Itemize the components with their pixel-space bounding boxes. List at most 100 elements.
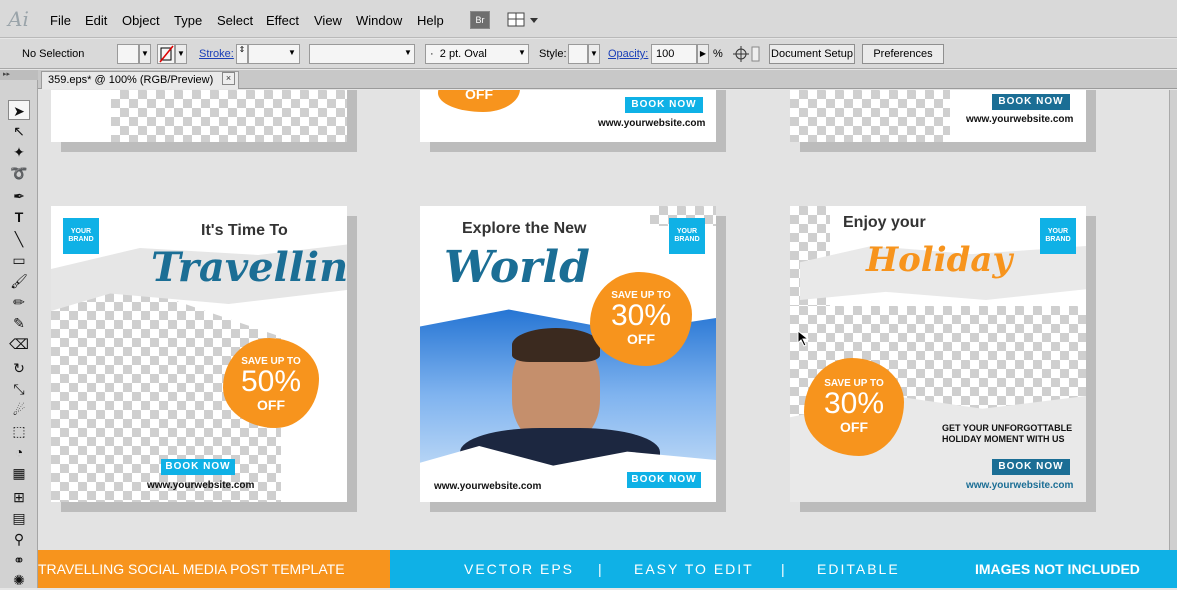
menu-file[interactable]: File	[50, 13, 71, 28]
pen-tool-icon[interactable]: ✒	[8, 186, 30, 206]
badge-off: OFF	[840, 419, 868, 435]
variable-width-select[interactable]	[309, 44, 415, 64]
selection-status: No Selection	[22, 48, 85, 60]
opacity-dropdown[interactable]: ▶	[697, 44, 709, 64]
stroke-weight-dropdown[interactable]: ▼	[286, 44, 298, 64]
vertical-scrollbar[interactable]	[1169, 90, 1177, 550]
holiday-card[interactable]: YOUR BRAND Enjoy your Holiday SAVE UP TO…	[790, 206, 1086, 502]
top-card-1[interactable]: www.yourwebsite.com	[51, 90, 347, 142]
close-tab-icon[interactable]: ×	[222, 72, 235, 85]
menu-select[interactable]: Select	[217, 13, 253, 28]
discount-badge: OFF	[438, 90, 520, 112]
type-tool-icon[interactable]: T	[8, 207, 30, 227]
top-card-3[interactable]: BOOK NOW www.yourwebsite.com	[790, 90, 1086, 142]
book-now-button[interactable]: BOOK NOW	[992, 94, 1070, 110]
eyedropper-tool-icon[interactable]: ⚲	[8, 529, 30, 549]
magic-wand-tool-icon[interactable]: ✦	[8, 142, 30, 162]
book-now-button[interactable]: BOOK NOW	[625, 97, 703, 113]
bridge-button[interactable]: Br	[470, 11, 490, 29]
website-text: www.yourwebsite.com	[598, 118, 706, 129]
person-hair	[512, 328, 600, 362]
perspective-tool-icon[interactable]: ▦	[8, 463, 30, 483]
book-now-button[interactable]: BOOK NOW	[627, 472, 701, 488]
artboard-canvas[interactable]: www.yourwebsite.com OFF BOOK NOW www.you…	[38, 90, 1169, 550]
travelling-card[interactable]: YOUR BRAND It's Time To Travelling SAVE …	[51, 206, 347, 502]
badge-percent: 30%	[823, 387, 885, 420]
footer-separator: |	[598, 561, 602, 577]
gradient-tool-icon[interactable]: ▤	[8, 508, 30, 528]
variable-width-dropdown[interactable]: ▼	[402, 44, 414, 64]
card-script-title: World	[444, 242, 590, 293]
book-now-button[interactable]: BOOK NOW	[992, 459, 1070, 475]
website-text: www.yourwebsite.com	[966, 114, 1074, 125]
menu-view[interactable]: View	[314, 13, 342, 28]
book-now-button[interactable]: BOOK NOW	[161, 459, 235, 475]
menu-type[interactable]: Type	[174, 13, 202, 28]
transparent-checker	[111, 90, 347, 142]
fill-swatch[interactable]	[117, 44, 139, 64]
pencil-tool-icon[interactable]: ✏	[8, 292, 30, 312]
document-tab[interactable]: 359.eps* @ 100% (RGB/Preview)	[41, 71, 239, 89]
direct-selection-tool-icon[interactable]: ↖	[8, 121, 30, 141]
stroke-color-dropdown[interactable]: ▼	[175, 44, 187, 64]
stroke-weight-stepper[interactable]: ⇕	[236, 44, 248, 64]
discount-badge: SAVE UP TO 30% OFF	[804, 358, 904, 456]
badge-off: OFF	[465, 90, 493, 102]
top-card-2[interactable]: OFF BOOK NOW www.yourwebsite.com	[420, 90, 716, 142]
menu-object[interactable]: Object	[122, 13, 160, 28]
paintbrush-tool-icon[interactable]: 🖌	[8, 271, 30, 291]
free-transform-tool-icon[interactable]: ⬚	[8, 421, 30, 441]
opacity-input[interactable]: 100	[651, 44, 697, 64]
lasso-tool-icon[interactable]: ➰	[8, 163, 30, 183]
arrange-documents-icon	[507, 12, 538, 27]
menu-edit[interactable]: Edit	[85, 13, 107, 28]
stroke-label[interactable]: Stroke:	[199, 48, 234, 60]
selection-tool-icon[interactable]: ➤	[8, 100, 30, 120]
warp-tool-icon[interactable]: ☄	[8, 400, 30, 420]
footer-title: TRAVELLING SOCIAL MEDIA POST TEMPLATE	[38, 561, 345, 577]
footer-easy-to-edit: EASY TO EDIT	[634, 561, 754, 577]
shape-builder-tool-icon[interactable]: ◔	[8, 442, 30, 462]
brush-dropdown[interactable]: ▼	[516, 44, 528, 64]
card-headline: It's Time To	[201, 222, 288, 239]
eraser-tool-icon[interactable]: ⌫	[8, 334, 30, 354]
rectangle-tool-icon[interactable]: ▭	[8, 250, 30, 270]
stroke-swatch[interactable]	[157, 44, 175, 64]
menu-effect[interactable]: Effect	[266, 13, 299, 28]
arrange-documents-button[interactable]	[507, 11, 541, 29]
card-headline: Explore the New	[462, 220, 587, 237]
opacity-percent: %	[713, 48, 723, 60]
menu-window[interactable]: Window	[356, 13, 402, 28]
brush-definition-select[interactable]: · 2 pt. Oval	[425, 44, 529, 64]
preferences-button[interactable]: Preferences	[862, 44, 944, 64]
opacity-label[interactable]: Opacity:	[608, 48, 648, 60]
style-swatch[interactable]	[568, 44, 588, 64]
website-text: www.yourwebsite.com	[434, 481, 542, 492]
discount-badge: SAVE UP TO 30% OFF	[590, 272, 692, 366]
symbol-sprayer-tool-icon[interactable]: ✺	[8, 570, 30, 588]
brand-line-1: YOUR	[676, 228, 698, 235]
menu-help[interactable]: Help	[417, 13, 444, 28]
discount-badge: SAVE UP TO 50% OFF	[223, 338, 319, 428]
card-headline: Enjoy your	[843, 214, 926, 231]
badge-off: OFF	[257, 397, 285, 413]
website-text: www.yourwebsite.com	[147, 480, 255, 491]
tools-panel-grip[interactable]: ▸▸	[0, 70, 38, 80]
scale-tool-icon[interactable]: ⤡	[8, 379, 30, 399]
document-setup-button[interactable]: Document Setup	[769, 44, 855, 64]
mesh-tool-icon[interactable]: ⊞	[8, 487, 30, 507]
recolor-artwork-button[interactable]	[732, 45, 760, 63]
rotate-tool-icon[interactable]: ↻	[8, 358, 30, 378]
fill-dropdown[interactable]: ▼	[139, 44, 151, 64]
line-tool-icon[interactable]: ╲	[8, 229, 30, 249]
blob-brush-tool-icon[interactable]: ✎	[8, 313, 30, 333]
style-dropdown[interactable]: ▼	[588, 44, 600, 64]
blend-tool-icon[interactable]: ⚭	[8, 550, 30, 570]
world-card[interactable]: YOUR BRAND Explore the New World SAVE UP…	[420, 206, 716, 502]
mouse-cursor-icon	[797, 330, 810, 347]
brand-line-1: YOUR	[1047, 228, 1069, 235]
footer-features-banner: VECTOR EPS | EASY TO EDIT | EDITABLE IMA…	[390, 550, 1177, 588]
brand-line-2: BRAND	[674, 236, 700, 243]
tagline-line-2: HOLIDAY MOMENT WITH US	[942, 434, 1065, 444]
badge-percent: 30%	[610, 299, 672, 332]
